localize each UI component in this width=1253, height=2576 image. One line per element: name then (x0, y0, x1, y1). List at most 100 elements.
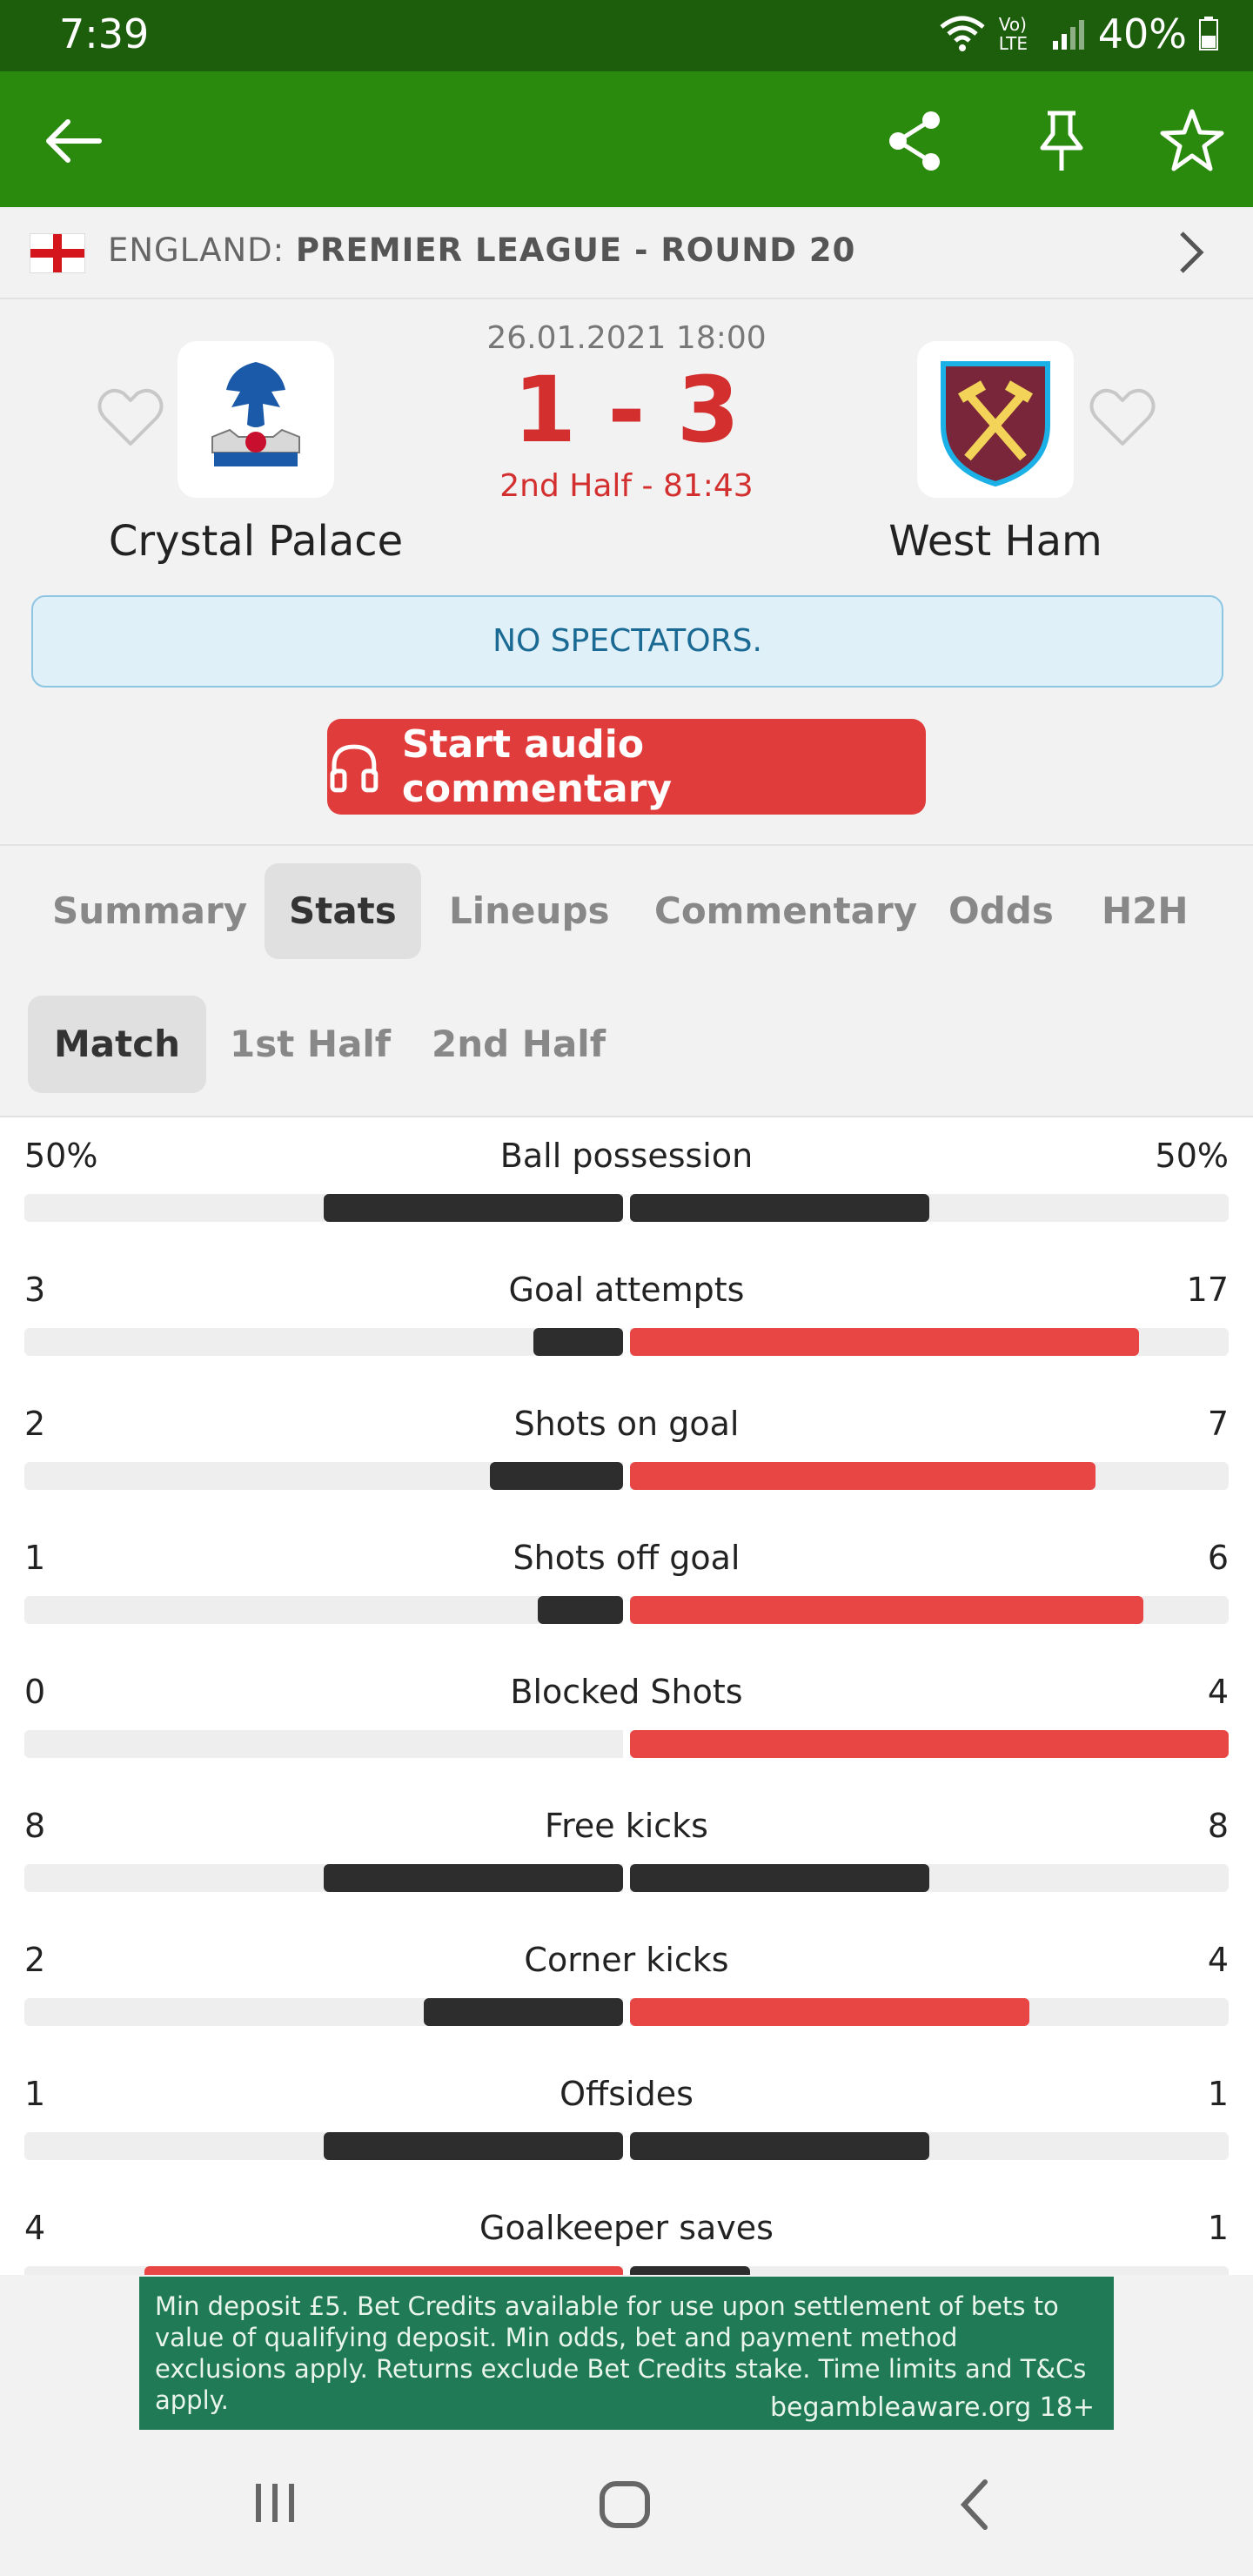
stat-row: 1 Offsides 1 (0, 2056, 1253, 2190)
network-label: Vo) LTE (998, 14, 1028, 54)
stats-list: 50% Ball possession 50% 3 Goal attempts 17 2 Sh… (0, 1117, 1253, 2275)
signal-icon (1052, 20, 1084, 50)
stat-row: 4 Goalkeeper saves 1 (0, 2190, 1253, 2275)
headphones-icon (330, 744, 379, 793)
stat-label: Shots off goal (513, 1539, 740, 1577)
status-bar: 7:39 Vo) LTE 40% (0, 0, 1253, 71)
stat-row: 0 Blocked Shots 4 (0, 1654, 1253, 1788)
home-team-name[interactable]: Crystal Palace (99, 517, 412, 566)
stat-away-bar (630, 1998, 1029, 2026)
stat-away-track (630, 1998, 1229, 2026)
stat-away-value: 50% (1155, 1137, 1229, 1175)
tab-summary[interactable]: Summary (28, 863, 271, 959)
stat-away-bar (630, 1596, 1143, 1624)
stat-away-bar (630, 2132, 929, 2160)
back-arrow-icon[interactable] (38, 106, 108, 176)
status-time: 7:39 (59, 10, 150, 57)
stat-home-bar (538, 1596, 623, 1624)
stat-away-value: 7 (1207, 1405, 1229, 1443)
west-ham-crest-icon (941, 361, 1050, 487)
favorite-star-icon[interactable] (1157, 106, 1227, 176)
chevron-right-icon[interactable] (1173, 228, 1208, 277)
stat-home-bar (324, 1864, 623, 1892)
battery-icon (1199, 17, 1218, 50)
subtab-second-half[interactable]: 2nd Half (405, 996, 632, 1093)
stat-away-value: 6 (1207, 1539, 1229, 1577)
tab-commentary[interactable]: Commentary (630, 863, 941, 959)
subtab-match[interactable]: Match (28, 996, 207, 1093)
stat-row: 50% Ball possession 50% (0, 1117, 1253, 1251)
stat-home-track (24, 1998, 623, 2026)
stat-row: 8 Free kicks 8 (0, 1788, 1253, 1922)
stat-away-track (630, 1730, 1229, 1758)
stat-label: Goalkeeper saves (479, 2209, 774, 2247)
stat-away-value: 4 (1207, 1941, 1229, 1979)
stat-away-track (630, 1596, 1229, 1624)
league-country: ENGLAND: (108, 231, 285, 269)
stat-home-track (24, 1730, 623, 1758)
stat-home-bar (144, 2266, 623, 2275)
stat-away-bar (630, 1328, 1139, 1356)
tab-odds[interactable]: Odds (924, 863, 1078, 959)
stat-away-track (630, 1864, 1229, 1892)
stat-label: Shots on goal (513, 1405, 740, 1443)
match-header: Crystal Palace 26.01.2021 18:00 1 - 3 2n… (0, 299, 1253, 842)
stat-home-track (24, 2132, 623, 2160)
away-favorite-heart-icon[interactable] (1088, 386, 1157, 449)
league-row[interactable]: ENGLAND: PREMIER LEAGUE - ROUND 20 (0, 207, 1253, 299)
battery-percent: 40% (1097, 10, 1187, 57)
stat-label: Free kicks (545, 1807, 708, 1845)
away-team-logo[interactable] (917, 341, 1074, 498)
subtab-first-half[interactable]: 1st Half (204, 996, 417, 1093)
ad-footer: begambleaware.org 18+ (769, 2392, 1095, 2423)
share-icon[interactable] (881, 106, 950, 176)
stat-label: Offsides (559, 2075, 694, 2113)
stat-home-track (24, 2266, 623, 2275)
stat-away-value: 1 (1207, 2209, 1229, 2247)
stat-away-track (630, 1328, 1229, 1356)
tab-lineups[interactable]: Lineups (425, 863, 634, 959)
audio-commentary-label: Start audio commentary (401, 722, 673, 811)
stat-away-value: 8 (1207, 1807, 1229, 1845)
stat-row: 2 Corner kicks 4 (0, 1922, 1253, 2056)
app-bar (0, 71, 1253, 207)
tab-h2h[interactable]: H2H (1077, 863, 1213, 959)
home-icon[interactable] (597, 2477, 653, 2532)
stat-away-track (630, 2132, 1229, 2160)
stat-label: Corner kicks (524, 1941, 729, 1979)
stat-away-bar (630, 1194, 929, 1222)
stat-home-bar (424, 1998, 623, 2026)
away-team-name[interactable]: West Ham (839, 517, 1152, 566)
league-name: PREMIER LEAGUE - ROUND 20 (295, 231, 856, 269)
stat-away-value: 17 (1186, 1271, 1229, 1309)
stat-home-track (24, 1864, 623, 1892)
stat-home-bar (324, 1194, 623, 1222)
stat-away-value: 4 (1207, 1673, 1229, 1711)
stat-away-bar (630, 1462, 1096, 1490)
stat-away-track (630, 1462, 1229, 1490)
stat-label: Blocked Shots (510, 1673, 743, 1711)
stat-label: Goal attempts (508, 1271, 745, 1309)
main-tabs: Summary Stats Lineups Commentary Odds H2… (0, 844, 1253, 980)
audio-commentary-button[interactable]: Start audio commentary (327, 719, 926, 815)
stat-away-value: 1 (1207, 2075, 1229, 2113)
stat-home-bar (490, 1462, 623, 1490)
spectators-notice: NO SPECTATORS. (31, 595, 1223, 688)
stat-away-bar (630, 2266, 750, 2275)
status-icons: Vo) LTE 40% (938, 10, 1218, 57)
stat-away-bar (630, 1730, 1229, 1758)
stat-home-track (24, 1194, 623, 1222)
back-nav-icon[interactable] (955, 2477, 994, 2532)
recent-apps-icon[interactable] (249, 2477, 301, 2529)
england-flag-icon (30, 233, 85, 273)
stat-label: Ball possession (499, 1137, 754, 1175)
tab-stats[interactable]: Stats (265, 863, 421, 959)
stat-away-bar (630, 1864, 929, 1892)
system-nav-bar (0, 2430, 1253, 2576)
ad-banner[interactable]: Min deposit £5. Bet Credits available fo… (139, 2277, 1114, 2430)
stat-row: 2 Shots on goal 7 (0, 1385, 1253, 1519)
stat-home-bar (533, 1328, 623, 1356)
league-title: ENGLAND: PREMIER LEAGUE - ROUND 20 (108, 231, 855, 269)
pin-icon[interactable] (1027, 106, 1096, 176)
stat-row: 1 Shots off goal 6 (0, 1519, 1253, 1654)
